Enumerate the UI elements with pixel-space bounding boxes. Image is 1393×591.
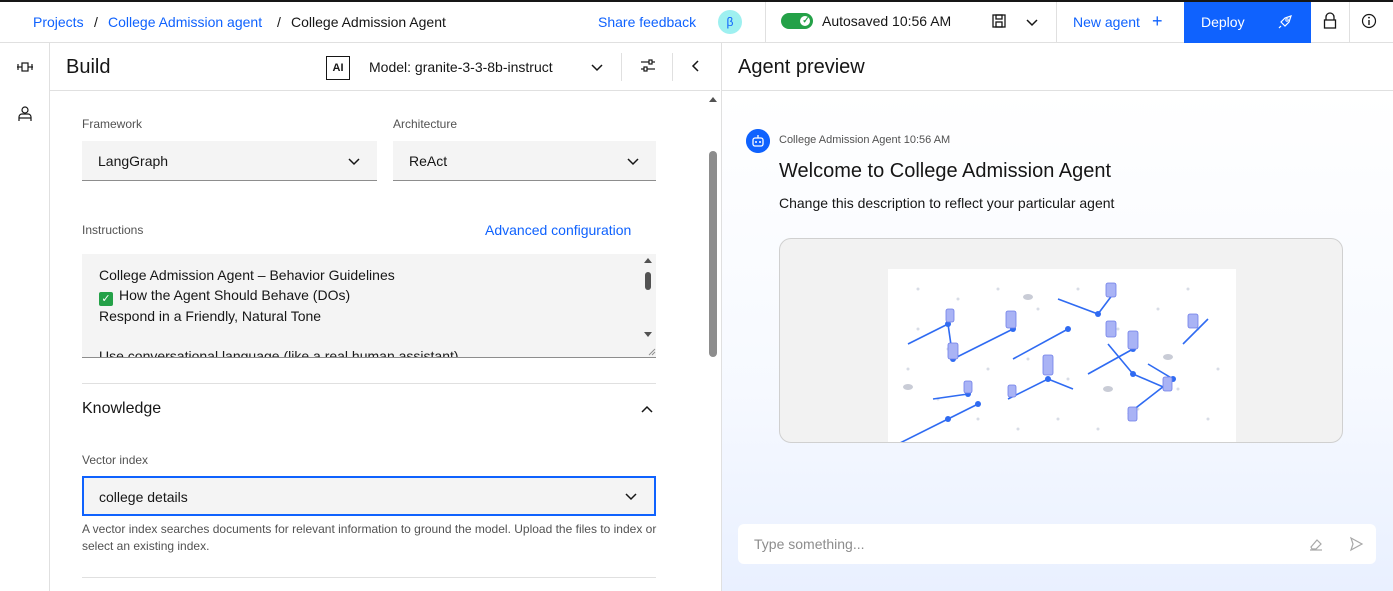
- architecture-label: Architecture: [393, 117, 458, 131]
- message-meta: College Admission Agent 10:56 AM: [779, 134, 951, 146]
- rocket-icon: [1278, 15, 1292, 29]
- checkmark-icon: ✓: [802, 15, 810, 25]
- breadcrumb-projects[interactable]: Projects: [33, 14, 84, 30]
- chevron-down-icon[interactable]: [590, 60, 604, 74]
- preview-title: Agent preview: [738, 56, 865, 78]
- divider: [1056, 2, 1057, 43]
- instruction-line: Use conversational language (like a real…: [99, 348, 459, 358]
- preview-panel: College Admission Agent 10:56 AM Welcome…: [721, 91, 1393, 591]
- instruction-line: College Admission Agent – Behavior Guide…: [99, 267, 395, 283]
- divider: [765, 2, 766, 43]
- knowledge-section-title[interactable]: Knowledge: [82, 400, 161, 418]
- deploy-label: Deploy: [1201, 14, 1245, 30]
- checkmark-icon: ✓: [99, 292, 113, 306]
- network-illustration: [888, 269, 1236, 442]
- agent-description: Change this description to reflect your …: [779, 195, 1115, 211]
- breadcrumb-separator: /: [277, 14, 281, 30]
- architecture-select[interactable]: ReAct: [393, 141, 656, 181]
- build-title: Build: [66, 56, 111, 78]
- framework-value: LangGraph: [98, 153, 169, 169]
- breadcrumb-current: College Admission Agent: [291, 14, 446, 30]
- instruction-line: Respond in a Friendly, Natural Tone: [99, 308, 322, 324]
- chat-input-placeholder: Type something...: [754, 536, 865, 552]
- instructions-textarea[interactable]: College Admission Agent – Behavior Guide…: [82, 254, 656, 358]
- section-divider: [82, 577, 656, 578]
- vector-index-label: Vector index: [82, 453, 149, 467]
- info-icon[interactable]: [1361, 13, 1377, 29]
- share-feedback-link[interactable]: Share feedback: [598, 14, 696, 30]
- model-selector[interactable]: Model: granite-3-3-8b-instruct: [369, 59, 553, 75]
- instruction-line-text: How the Agent Should Behave (DOs): [119, 287, 351, 303]
- textarea-scrollbar[interactable]: [640, 254, 656, 358]
- settings-sliders-icon[interactable]: [639, 57, 657, 75]
- vector-index-value: college details: [99, 489, 188, 505]
- chevron-down-icon: [627, 158, 639, 166]
- flow-icon[interactable]: [16, 58, 34, 76]
- instruction-line: ✓ How the Agent Should Behave (DOs): [99, 287, 350, 306]
- illustration-card: [779, 238, 1343, 443]
- chevron-down-icon[interactable]: [1025, 15, 1039, 29]
- chevron-down-icon: [625, 493, 637, 501]
- new-agent-button[interactable]: New agent: [1073, 14, 1140, 30]
- welcome-heading: Welcome to College Admission Agent: [779, 160, 1112, 182]
- chevron-down-icon: [348, 158, 360, 166]
- architecture-value: ReAct: [409, 153, 448, 169]
- top-bar: Projects / College Admission agent / Col…: [0, 0, 1393, 43]
- panel-scrollbar[interactable]: [706, 93, 720, 591]
- framework-select[interactable]: LangGraph: [82, 141, 377, 181]
- section-divider: [82, 383, 656, 384]
- chevron-left-icon[interactable]: [689, 59, 703, 73]
- divider: [672, 53, 673, 81]
- bot-avatar-icon: [746, 129, 770, 153]
- chevron-up-icon[interactable]: [640, 403, 654, 417]
- lock-icon[interactable]: [1322, 12, 1338, 30]
- deploy-button[interactable]: Deploy: [1184, 2, 1311, 43]
- build-panel: Framework LangGraph Architecture ReAct I…: [50, 91, 720, 591]
- left-rail: [0, 43, 50, 591]
- advanced-configuration-link[interactable]: Advanced configuration: [485, 222, 631, 238]
- send-icon[interactable]: [1348, 536, 1364, 552]
- breadcrumb-project[interactable]: College Admission agent: [108, 14, 262, 30]
- eraser-icon[interactable]: [1308, 536, 1324, 552]
- beta-badge: β: [718, 10, 742, 34]
- save-icon[interactable]: [991, 13, 1007, 29]
- breadcrumb-separator: /: [94, 14, 98, 30]
- divider: [1349, 2, 1350, 43]
- agent-icon[interactable]: [16, 105, 34, 123]
- plus-icon[interactable]: +: [1152, 11, 1163, 32]
- vector-index-select[interactable]: college details: [82, 476, 656, 516]
- ai-badge: AI: [326, 56, 350, 80]
- chat-input[interactable]: Type something...: [738, 524, 1376, 564]
- build-header: Build AI Model: granite-3-3-8b-instruct: [50, 43, 720, 91]
- divider: [621, 53, 622, 81]
- autosave-status: Autosaved 10:56 AM: [822, 13, 952, 29]
- preview-header: Agent preview: [721, 43, 1393, 91]
- framework-label: Framework: [82, 117, 143, 131]
- vector-index-helper-text: A vector index searches documents for re…: [82, 522, 657, 553]
- instructions-label: Instructions: [82, 223, 144, 237]
